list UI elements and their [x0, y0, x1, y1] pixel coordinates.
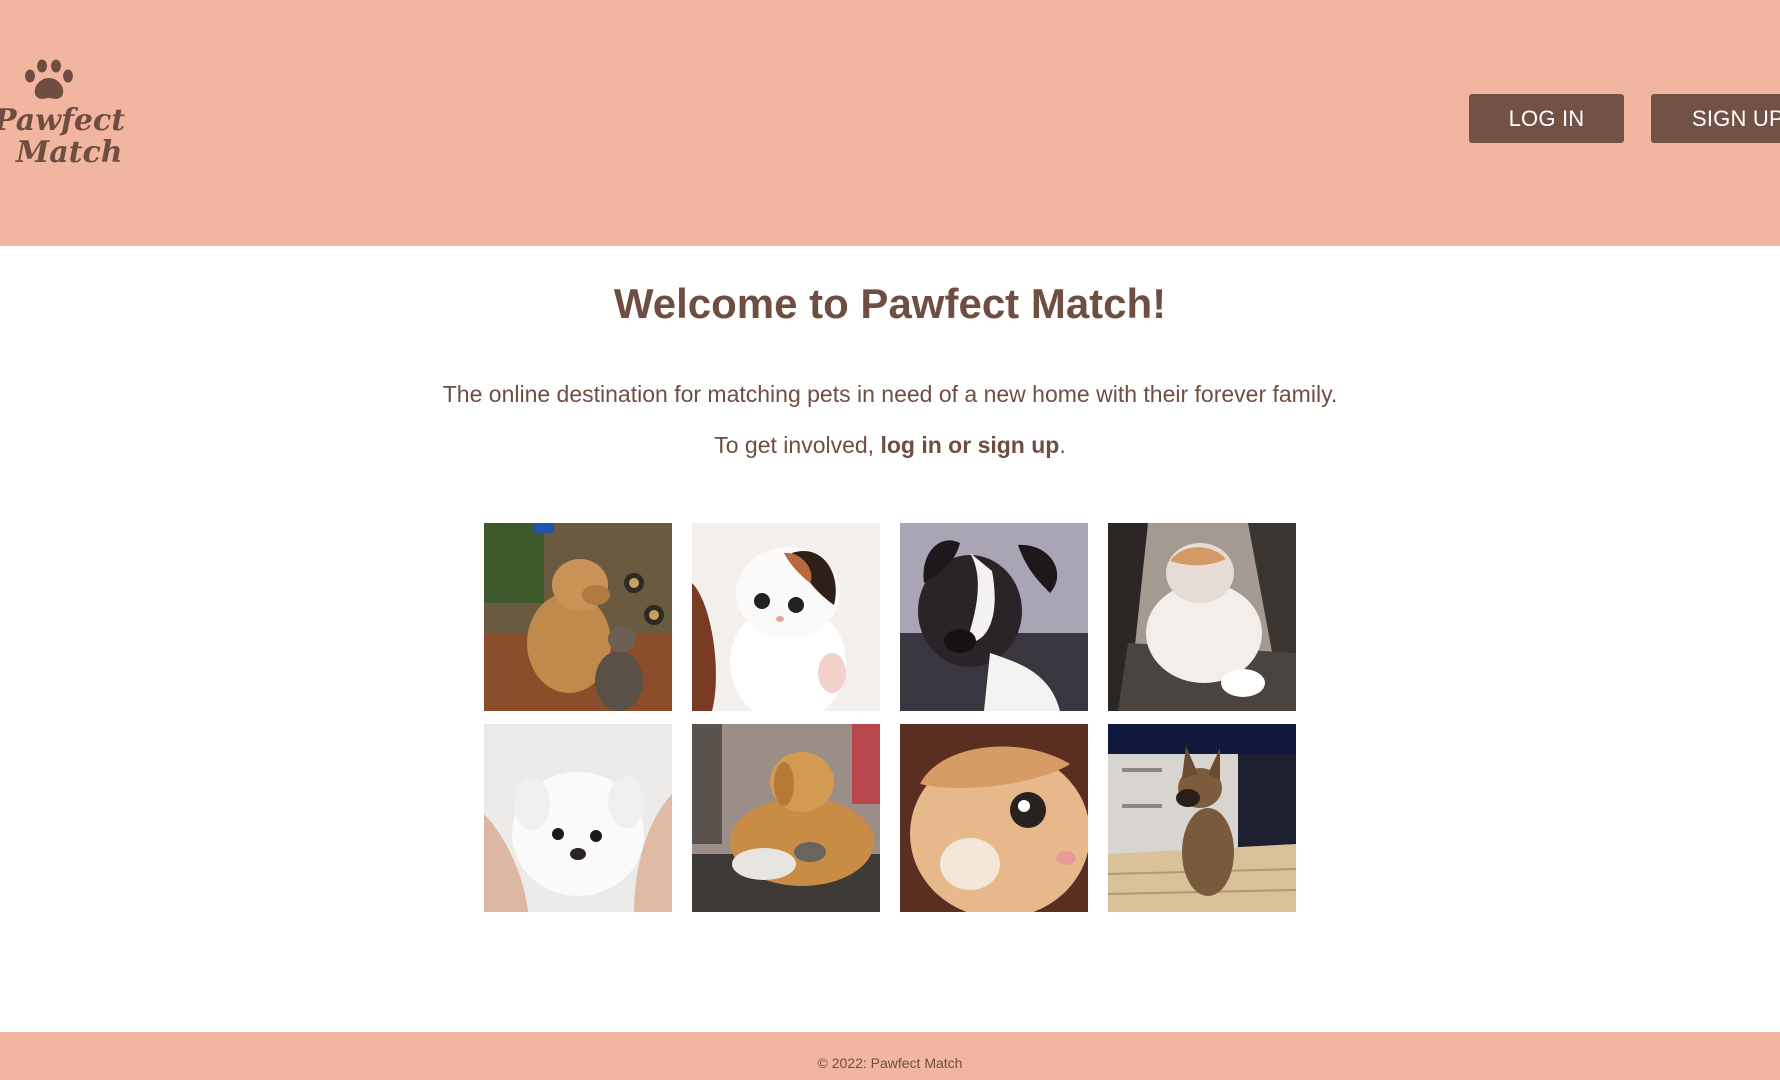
pet-photo	[692, 724, 880, 912]
pet-tile-8[interactable]	[1108, 724, 1296, 912]
get-involved-suffix: .	[1059, 432, 1066, 458]
pet-tile-4[interactable]	[1108, 523, 1296, 711]
login-button[interactable]: LOG IN	[1469, 94, 1624, 143]
pet-tile-1[interactable]	[484, 523, 672, 711]
pet-tile-3[interactable]	[900, 523, 1088, 711]
footer-copyright: © 2022: Pawfect Match	[817, 1055, 963, 1071]
signup-button[interactable]: SIGN UP	[1651, 94, 1780, 143]
pet-tile-5[interactable]	[484, 724, 672, 912]
pet-photo	[900, 724, 1088, 912]
get-involved-prefix: To get involved,	[714, 432, 881, 458]
page: Pawfect Match LOG IN SIGN UP Welcome to …	[0, 0, 1780, 1080]
paw-icon	[25, 59, 73, 99]
pet-tile-2[interactable]	[692, 523, 880, 711]
pet-photo	[900, 523, 1088, 711]
pet-tile-6[interactable]	[692, 724, 880, 912]
login-signup-link[interactable]: log in or sign up	[880, 432, 1059, 458]
pet-photo	[692, 523, 880, 711]
page-title: Welcome to Pawfect Match!	[613, 280, 1167, 327]
logo-text-line2: Match	[16, 135, 123, 170]
pet-tile-7[interactable]	[900, 724, 1088, 912]
site-header: Pawfect Match LOG IN SIGN UP	[0, 0, 1780, 246]
pet-photo	[484, 724, 672, 912]
get-involved-text: To get involved, log in or sign up.	[0, 432, 1780, 459]
brand-logo[interactable]: Pawfect Match	[0, 58, 125, 178]
site-footer: © 2022: Pawfect Match	[0, 1032, 1780, 1080]
pet-photo	[484, 523, 672, 711]
pet-photo	[1108, 724, 1296, 912]
tagline: The online destination for matching pets…	[442, 381, 1338, 407]
pet-photo	[1108, 523, 1296, 711]
logo-text-line1: Pawfect	[0, 103, 126, 138]
pet-gallery	[484, 523, 1298, 914]
